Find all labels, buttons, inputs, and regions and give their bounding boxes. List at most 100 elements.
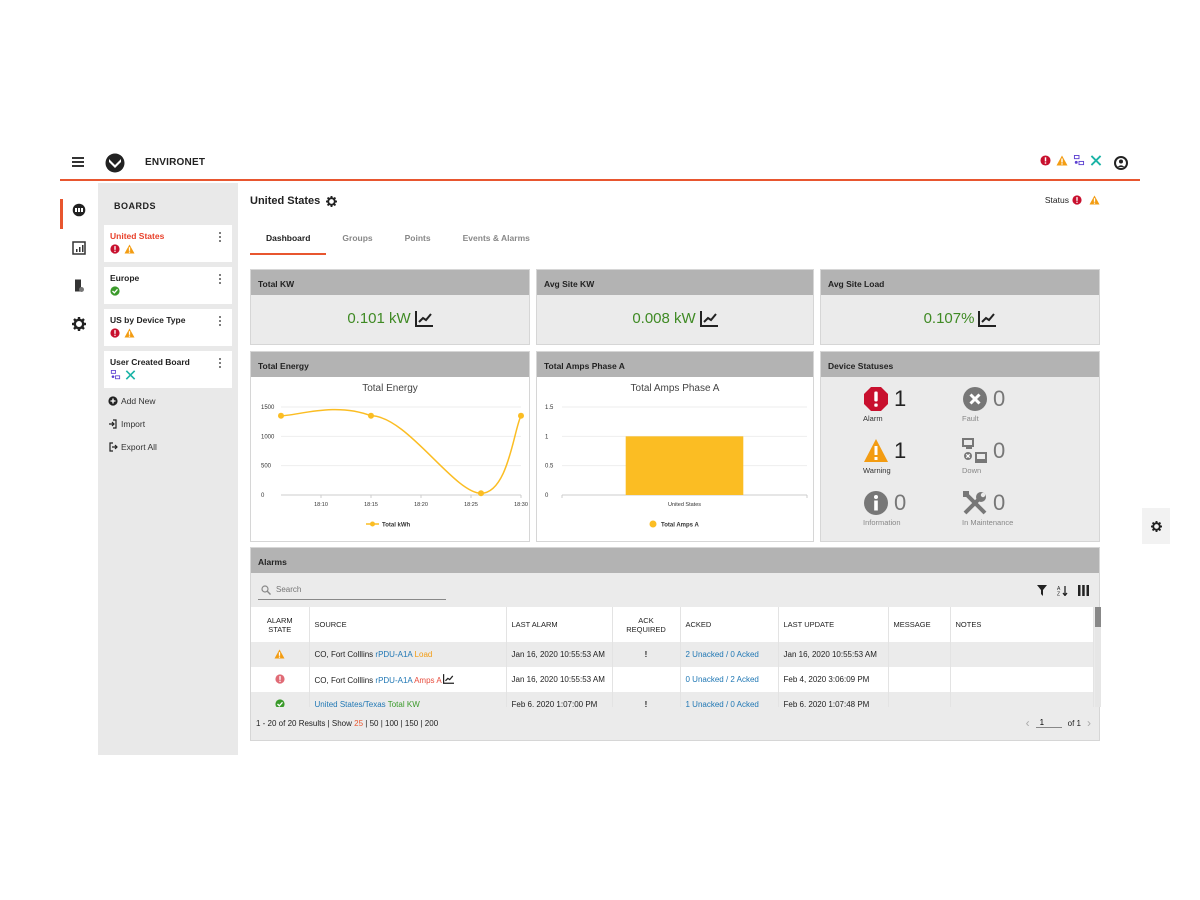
prev-page-chevron-icon[interactable]: ‹ (1026, 716, 1030, 730)
y-tick-label: 1500 (261, 405, 275, 411)
page-size-25[interactable]: 25 (354, 719, 363, 728)
board-item-user-created-board[interactable]: User Created Board (104, 351, 232, 388)
column-header-last-alarm[interactable]: LAST ALARM (506, 607, 613, 642)
page-size-100[interactable]: 100 (385, 719, 398, 728)
import-icon (109, 419, 117, 429)
alarms-search-input[interactable] (276, 585, 436, 594)
column-header-notes[interactable]: NOTES (950, 607, 1094, 642)
total-amps-card: Total Amps Phase A Total Amps Phase A 00… (536, 351, 814, 542)
next-page-chevron-icon[interactable]: › (1087, 716, 1091, 730)
filter-icon[interactable] (1037, 583, 1047, 601)
tab-points[interactable]: Points (389, 233, 447, 255)
tab-dashboard[interactable]: Dashboard (250, 233, 327, 255)
status-label: Status (1044, 195, 1069, 205)
total-amps-bar-chart: 0 0.5 1 1.5 United States Total Amps A (545, 405, 808, 529)
add-new-board-button[interactable]: Add New (108, 396, 156, 406)
column-header-last-update[interactable]: LAST UPDATE (778, 607, 889, 642)
nav-reports[interactable] (60, 229, 98, 267)
warning-icon[interactable] (1056, 155, 1068, 166)
export-all-button[interactable]: Export All (108, 442, 157, 452)
status-count: 0 (894, 490, 907, 515)
table-row[interactable]: United States/Texas Total KW Feb 6, 2020… (251, 692, 1094, 708)
page-size-50[interactable]: 50 (370, 719, 379, 728)
board-options-kebab-icon[interactable] (219, 316, 222, 328)
column-header-ack-required[interactable]: ACK REQUIRED (612, 607, 681, 642)
sort-az-icon[interactable]: AZ (1057, 583, 1068, 601)
status-fault[interactable]: 0 Fault (962, 386, 1052, 423)
alarm-icon (1072, 195, 1082, 205)
warning-triangle-icon (864, 439, 888, 462)
x-tick-label: 18:15 (364, 502, 378, 508)
dashboard-settings-button[interactable] (1142, 508, 1170, 544)
data-point (278, 412, 284, 419)
point-link[interactable]: Amps A (414, 676, 441, 685)
table-scrollbar[interactable] (1095, 607, 1101, 707)
boards-heading: BOARDS (114, 201, 157, 211)
board-item-europe[interactable]: Europe (104, 267, 232, 304)
kpi-card-avg-site-kw: Avg Site KW 0.008 kW (536, 269, 814, 345)
page-size-150[interactable]: 150 (405, 719, 418, 728)
board-settings-gear-icon[interactable] (326, 195, 338, 207)
series-line-total-kwh (280, 408, 522, 494)
status-count: 0 (993, 490, 1006, 515)
import-board-button[interactable]: Import (108, 419, 145, 429)
acked-link[interactable]: 0 Unacked / 2 Acked (686, 675, 759, 684)
report-icon (72, 241, 86, 255)
last-update-cell: Feb 6, 2020 1:07:48 PM (778, 692, 889, 708)
status-information[interactable]: 0 Information (863, 490, 953, 527)
device-link[interactable]: rPDU-A1A (375, 676, 412, 685)
card-title: Total Energy (251, 352, 529, 377)
table-row[interactable]: CO, Fort Colllins rPDU-A1A Load Jan 16, … (251, 642, 1094, 667)
card-title: Total Amps Phase A (537, 352, 813, 377)
page-number-input[interactable] (1035, 718, 1062, 728)
status-down[interactable]: 0 Down (962, 438, 1052, 475)
svg-text:Z: Z (1057, 592, 1060, 597)
column-header-alarm-state[interactable]: ALARM STATE (251, 607, 310, 642)
board-options-kebab-icon[interactable] (219, 232, 222, 244)
acked-link[interactable]: 2 Unacked / 0 Acked (686, 650, 759, 659)
legend-label: Total kWh (382, 523, 411, 529)
board-options-kebab-icon[interactable] (219, 274, 222, 286)
alarm-icon[interactable] (1040, 155, 1051, 166)
user-account-icon[interactable] (1114, 156, 1128, 170)
nav-boards[interactable] (60, 191, 98, 229)
page-size-200[interactable]: 200 (425, 719, 438, 728)
columns-icon[interactable] (1078, 583, 1089, 601)
board-options-kebab-icon[interactable] (219, 358, 222, 370)
nav-settings[interactable] (60, 305, 98, 343)
status-warning[interactable]: 1 Warning (863, 438, 953, 475)
column-header-message[interactable]: MESSAGE (888, 607, 951, 642)
tab-events-alarms[interactable]: Events & Alarms (447, 233, 546, 255)
status-label: Fault (962, 414, 979, 423)
status-alarm[interactable]: 1 Alarm (863, 386, 953, 423)
point-link[interactable]: Load (415, 650, 433, 659)
trend-chart-icon[interactable] (699, 310, 718, 327)
gear-icon (1150, 520, 1162, 532)
status-count: 0 (993, 386, 1006, 411)
table-row[interactable]: CO, Fort Colllins rPDU-A1A Amps A Jan 16… (251, 667, 1094, 692)
alarm-octagon-icon (864, 387, 888, 411)
kpi-value: 0.101 kW (347, 310, 411, 327)
device-link[interactable]: rPDU-A1A (375, 650, 412, 659)
device-down-icon[interactable] (1073, 155, 1085, 166)
trend-chart-icon[interactable] (978, 310, 997, 327)
last-update-cell: Jan 16, 2020 10:55:53 AM (778, 642, 889, 667)
status-label: Information (863, 518, 901, 527)
x-tick-label: 18:25 (464, 502, 478, 508)
kpi-card-avg-site-load: Avg Site Load 0.107% (820, 269, 1100, 345)
warning-icon (124, 328, 135, 338)
maintenance-icon[interactable] (1090, 155, 1102, 166)
column-header-acked[interactable]: ACKED (680, 607, 779, 642)
status-count: 1 (894, 438, 907, 463)
board-item-united-states[interactable]: United States (104, 225, 232, 262)
trend-chart-icon[interactable] (443, 674, 455, 684)
legend-label: Total Amps A (661, 523, 699, 529)
nav-devices[interactable] (60, 267, 98, 305)
trend-chart-icon[interactable] (414, 310, 433, 327)
board-title: United States (250, 195, 321, 207)
menu-icon[interactable] (72, 157, 84, 167)
tab-groups[interactable]: Groups (326, 233, 388, 255)
column-header-source[interactable]: SOURCE (309, 607, 507, 642)
status-in-maintenance[interactable]: 0 In Maintenance (962, 490, 1052, 527)
board-item-us-by-device-type[interactable]: US by Device Type (104, 309, 232, 346)
